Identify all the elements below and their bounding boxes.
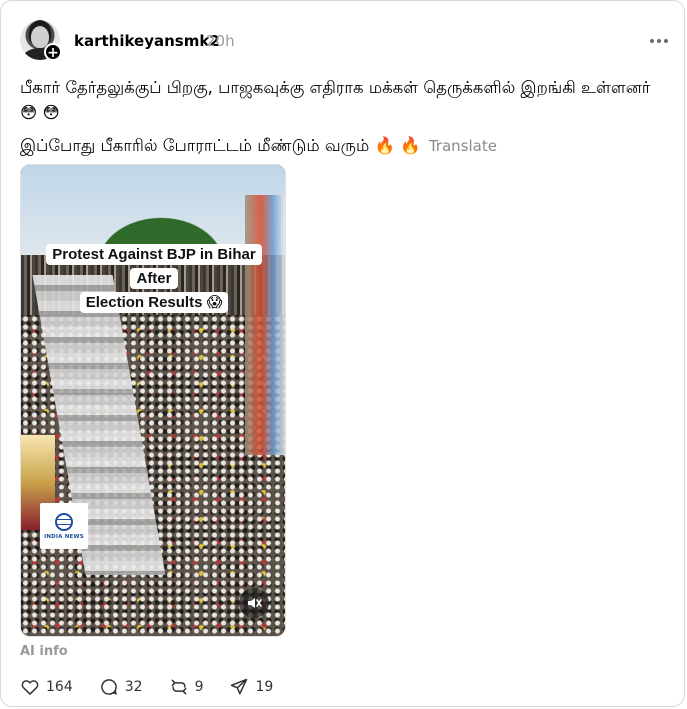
- timestamp[interactable]: 20h: [206, 32, 235, 50]
- post-text-line1: பீகார் தேர்தலுக்குப் பிறகு, பாஜகவுக்கு எ…: [20, 78, 651, 122]
- video-caption: Protest Against BJP in Bihar After Elect…: [39, 243, 269, 315]
- reply-count: 32: [124, 679, 143, 695]
- repost-button[interactable]: 9: [169, 677, 204, 697]
- like-count: 164: [46, 679, 73, 695]
- post-text-line2-wrapper: இப்போது பீகாரில் போராட்டம் மீண்டும் வரும…: [20, 133, 660, 159]
- translate-link[interactable]: Translate: [429, 137, 497, 155]
- action-bar: 164 32 9 19: [20, 677, 273, 697]
- repost-count: 9: [194, 679, 204, 695]
- repost-icon: [171, 679, 186, 695]
- post-text: பீகார் தேர்தலுக்குப் பிறகு, பாஜகவுக்கு எ…: [20, 75, 660, 159]
- globe-icon: [55, 512, 73, 531]
- like-button[interactable]: 164: [20, 677, 73, 697]
- building-image: [245, 195, 285, 455]
- share-count: 19: [255, 679, 274, 695]
- video-media[interactable]: Protest Against BJP in Bihar After Elect…: [20, 164, 286, 637]
- follow-plus-icon[interactable]: +: [44, 43, 62, 61]
- ai-info-link[interactable]: AI info: [20, 644, 68, 659]
- share-button[interactable]: 19: [229, 677, 273, 697]
- video-caption-line1: Protest Against BJP in Bihar After: [46, 244, 262, 289]
- india-news-logo: INDIA NEWS: [40, 503, 88, 549]
- post-text-line2: இப்போது பீகாரில் போராட்டம் மீண்டும் வரும…: [20, 136, 421, 155]
- comment-icon: [100, 679, 117, 695]
- reply-button[interactable]: 32: [99, 677, 143, 697]
- username[interactable]: karthikeyansmk2: [74, 32, 220, 50]
- share-icon: [231, 678, 248, 695]
- post-card: + karthikeyansmk2 20h பீகார் தேர்தலுக்கு…: [0, 0, 685, 707]
- heart-icon: [21, 680, 39, 695]
- video-caption-line2: Election Results 😱: [79, 292, 229, 313]
- mute-icon[interactable]: [239, 588, 269, 618]
- watermark-text: INDIA NEWS: [44, 533, 84, 540]
- more-icon[interactable]: [648, 34, 670, 48]
